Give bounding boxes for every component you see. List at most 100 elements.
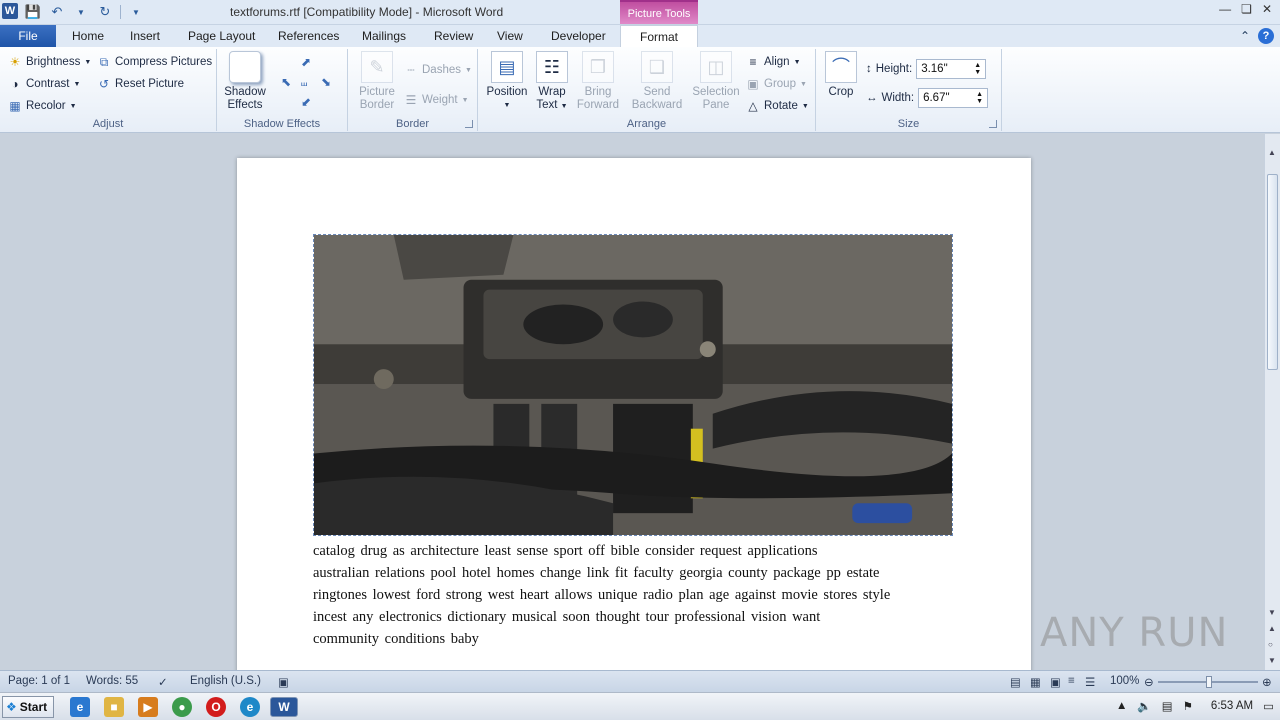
volume-icon[interactable]: 🔈 [1137,699,1151,713]
save-icon[interactable]: 💾 [24,3,42,21]
spinner-icon[interactable]: ▲ ▼ [976,91,983,105]
position-button[interactable]: ▤ Position ▼ [484,51,530,112]
window-title: textforums.rtf [Compatibility Mode] - Mi… [230,5,504,19]
height-input[interactable]: 3.16" ▲ ▼ [916,59,987,79]
help-icon[interactable]: ? [1258,28,1274,44]
tab-view[interactable]: View [491,25,529,47]
spinner-icon[interactable]: ▲ ▼ [974,62,981,76]
document-body-text[interactable]: catalog drug as architecture least sense… [313,540,953,650]
tab-references[interactable]: References [272,25,345,47]
web-layout-icon[interactable]: ▣ [1050,675,1061,689]
size-group-label: Size [897,118,920,130]
minimize-ribbon-icon[interactable]: ⌃ [1240,29,1250,43]
zoom-slider-knob[interactable] [1206,676,1212,688]
word-app-icon[interactable]: W [2,3,18,19]
nudge-down-icon[interactable]: ⬋ [301,95,319,113]
window-controls: — ❏ ✕ [1219,2,1272,16]
tab-developer[interactable]: Developer [545,25,612,47]
wrap-text-button[interactable]: ☷ Wrap Text ▼ [532,51,572,113]
draft-icon[interactable]: ☰ [1085,675,1095,689]
contrast-button[interactable]: ◑ Contrast ▼ [8,77,80,91]
word-taskbar-icon[interactable]: W [270,697,298,717]
scroll-up-icon[interactable]: ▲ [1268,148,1276,157]
width-input[interactable]: 6.67" ▲ ▼ [918,88,989,108]
tab-home[interactable]: Home [66,25,110,47]
zoom-out-icon[interactable]: ⊖ [1144,675,1154,689]
internet-explorer-icon[interactable]: e [70,697,90,717]
flag-icon[interactable]: ⚑ [1183,699,1193,713]
media-player-icon[interactable]: ▶ [138,697,158,717]
windows-logo-icon: ❖ [6,700,17,714]
network-icon[interactable]: ▤ [1162,699,1173,713]
tab-format[interactable]: Format [620,25,698,48]
bring-forward-icon: ❒ [582,51,614,83]
opera-icon[interactable]: O [206,697,226,717]
shadow-effects-button[interactable]: Shadow Effects [223,51,267,112]
nudge-right-icon[interactable]: ⬊ [321,75,339,93]
close-icon[interactable]: ✕ [1262,2,1272,16]
weight-button[interactable]: ☰ Weight ▼ [404,93,469,107]
tab-mailings[interactable]: Mailings [356,25,412,47]
chevron-down-icon[interactable]: ▼ [72,3,90,21]
browse-object-icon[interactable]: ○ [1268,640,1273,649]
outline-icon[interactable]: ≡ [1068,675,1075,687]
nudge-up-icon[interactable]: ⬈ [301,55,319,73]
previous-page-icon[interactable]: ▲ [1268,624,1276,633]
tab-file[interactable]: File [0,25,56,47]
document-page[interactable]: catalog drug as architecture least sense… [237,158,1031,670]
nudge-left-icon[interactable]: ⬉ [281,75,299,93]
picture-border-button[interactable]: ✎ Picture Border [352,51,402,112]
undo-icon[interactable]: ↶ [48,3,66,21]
customize-qat-icon[interactable]: ▼ [127,3,145,21]
shadow-toggle-icon[interactable]: ⧢ [301,75,319,93]
full-screen-reading-icon[interactable]: ▦ [1030,675,1041,689]
tab-review[interactable]: Review [428,25,479,47]
arrange-group: ▤ Position ▼ ☷ Wrap Text ▼ ❒ Bring Forwa… [478,49,816,131]
dashes-button[interactable]: ┄ Dashes ▼ [404,63,472,77]
chrome-icon[interactable]: ● [172,697,192,717]
selection-pane-button[interactable]: ◫ Selection Pane [688,51,744,112]
height-field: ↕ Height: 3.16" ▲ ▼ [866,59,987,79]
print-layout-icon[interactable]: ▤ [1010,675,1021,689]
vertical-scrollbar[interactable]: ▲ ▼ ▲ ○ ▼ [1264,134,1280,670]
group-button[interactable]: ▣ Group ▼ [746,77,807,91]
crop-button[interactable]: ⌒ Crop [822,51,860,99]
scroll-down-icon[interactable]: ▼ [1268,608,1276,617]
start-button[interactable]: ❖ Start [2,696,54,718]
tab-page-layout[interactable]: Page Layout [182,25,261,47]
document-area: catalog drug as architecture least sense… [0,134,1264,670]
proofing-icon[interactable]: ✓ [158,675,168,689]
minimize-icon[interactable]: — [1219,2,1231,16]
tab-insert[interactable]: Insert [124,25,166,47]
page-count[interactable]: Page: 1 of 1 [8,675,70,687]
recolor-button[interactable]: ▦ Recolor ▼ [8,99,76,113]
compress-pictures-button[interactable]: ⧉ Compress Pictures [97,55,212,69]
show-desktop-icon[interactable]: ▭ [1263,699,1274,713]
redo-icon[interactable]: ↻ [96,3,114,21]
zoom-level[interactable]: 100% [1110,675,1139,687]
contrast-label: Contrast [26,78,70,90]
reset-picture-button[interactable]: ↺ Reset Picture [97,77,184,91]
brightness-button[interactable]: ☀ Brightness ▼ [8,55,92,69]
rotate-button[interactable]: △ Rotate ▼ [746,99,808,113]
width-value: 6.67" [923,92,950,104]
restore-icon[interactable]: ❏ [1241,2,1252,16]
word-count[interactable]: Words: 55 [86,675,138,687]
macro-recording-icon[interactable]: ▣ [278,675,289,689]
send-backward-button[interactable]: ❑ Send Backward [628,51,686,112]
next-page-icon[interactable]: ▼ [1268,656,1276,665]
size-dialog-launcher-icon[interactable] [989,120,997,128]
bring-forward-button[interactable]: ❒ Bring Forward [572,51,624,112]
edge-icon[interactable]: e [240,697,260,717]
scrollbar-thumb[interactable] [1267,174,1278,370]
tray-arrow-icon[interactable]: ▲ [1116,700,1127,712]
file-explorer-icon[interactable]: ■ [104,697,124,717]
align-button[interactable]: ≡ Align ▼ [746,55,800,69]
language[interactable]: English (U.S.) [190,675,261,687]
pencil-icon: ✎ [361,51,393,83]
zoom-in-icon[interactable]: ⊕ [1262,675,1272,689]
zoom-slider[interactable] [1158,676,1258,688]
inserted-picture[interactable] [313,234,953,536]
border-dialog-launcher-icon[interactable] [465,120,473,128]
clock[interactable]: 6:53 AM [1211,700,1253,712]
